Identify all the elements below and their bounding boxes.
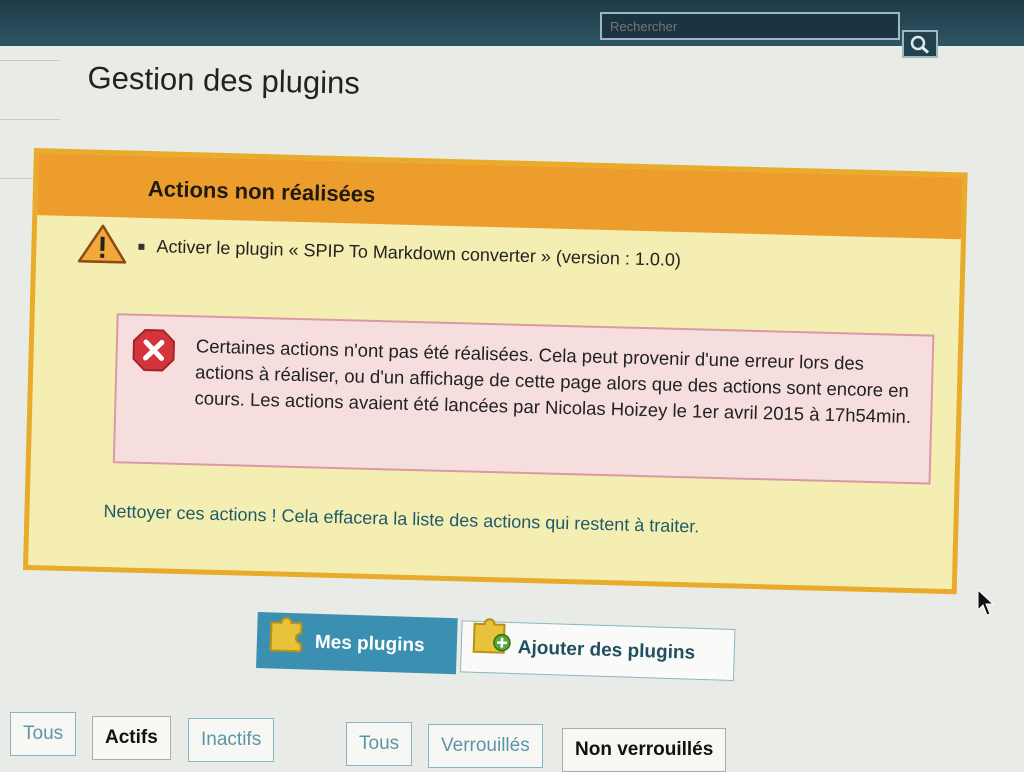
search-button[interactable] bbox=[902, 30, 938, 58]
action-list-item: Activer le plugin « SPIP To Markdown con… bbox=[138, 236, 681, 271]
tab-add-plugins[interactable]: Ajouter des plugins bbox=[460, 620, 735, 681]
puzzle-add-icon bbox=[468, 610, 515, 657]
tab-my-plugins-label: Mes plugins bbox=[315, 632, 425, 657]
warning-icon bbox=[76, 222, 129, 265]
error-box: Certaines actions n'ont pas été réalisée… bbox=[113, 313, 935, 484]
notice-header: Actions non réalisées bbox=[37, 153, 962, 239]
puzzle-icon bbox=[265, 608, 310, 653]
page-title: Gestion des plugins bbox=[87, 60, 360, 102]
mouse-cursor-icon bbox=[976, 588, 996, 618]
tab-add-plugins-label: Ajouter des plugins bbox=[517, 637, 695, 665]
filter-locked[interactable]: Verrouillés bbox=[428, 724, 543, 768]
action-item-text: Activer le plugin « SPIP To Markdown con… bbox=[156, 236, 681, 270]
plugin-tabs: Mes plugins Ajouter des plugins bbox=[255, 606, 747, 701]
search-icon bbox=[904, 32, 936, 56]
bullet bbox=[138, 244, 144, 250]
search-box bbox=[600, 12, 940, 56]
clean-actions-link[interactable]: Nettoyer ces actions ! Cela effacera la … bbox=[103, 501, 699, 538]
tab-my-plugins[interactable]: Mes plugins bbox=[256, 612, 458, 674]
actions-notice: Actions non réalisées Activer le plugin … bbox=[23, 148, 968, 594]
filter-unlocked[interactable]: Non verrouillés bbox=[562, 728, 726, 772]
filter-all[interactable]: Tous bbox=[10, 712, 76, 756]
search-input[interactable] bbox=[600, 12, 900, 40]
filter-inactive[interactable]: Inactifs bbox=[188, 718, 274, 762]
notice-title: Actions non réalisées bbox=[148, 176, 376, 208]
error-icon bbox=[131, 328, 176, 373]
error-message: Certaines actions n'ont pas été réalisée… bbox=[194, 333, 916, 430]
filter-active[interactable]: Actifs bbox=[92, 716, 171, 760]
filter-all-locks[interactable]: Tous bbox=[346, 722, 412, 766]
